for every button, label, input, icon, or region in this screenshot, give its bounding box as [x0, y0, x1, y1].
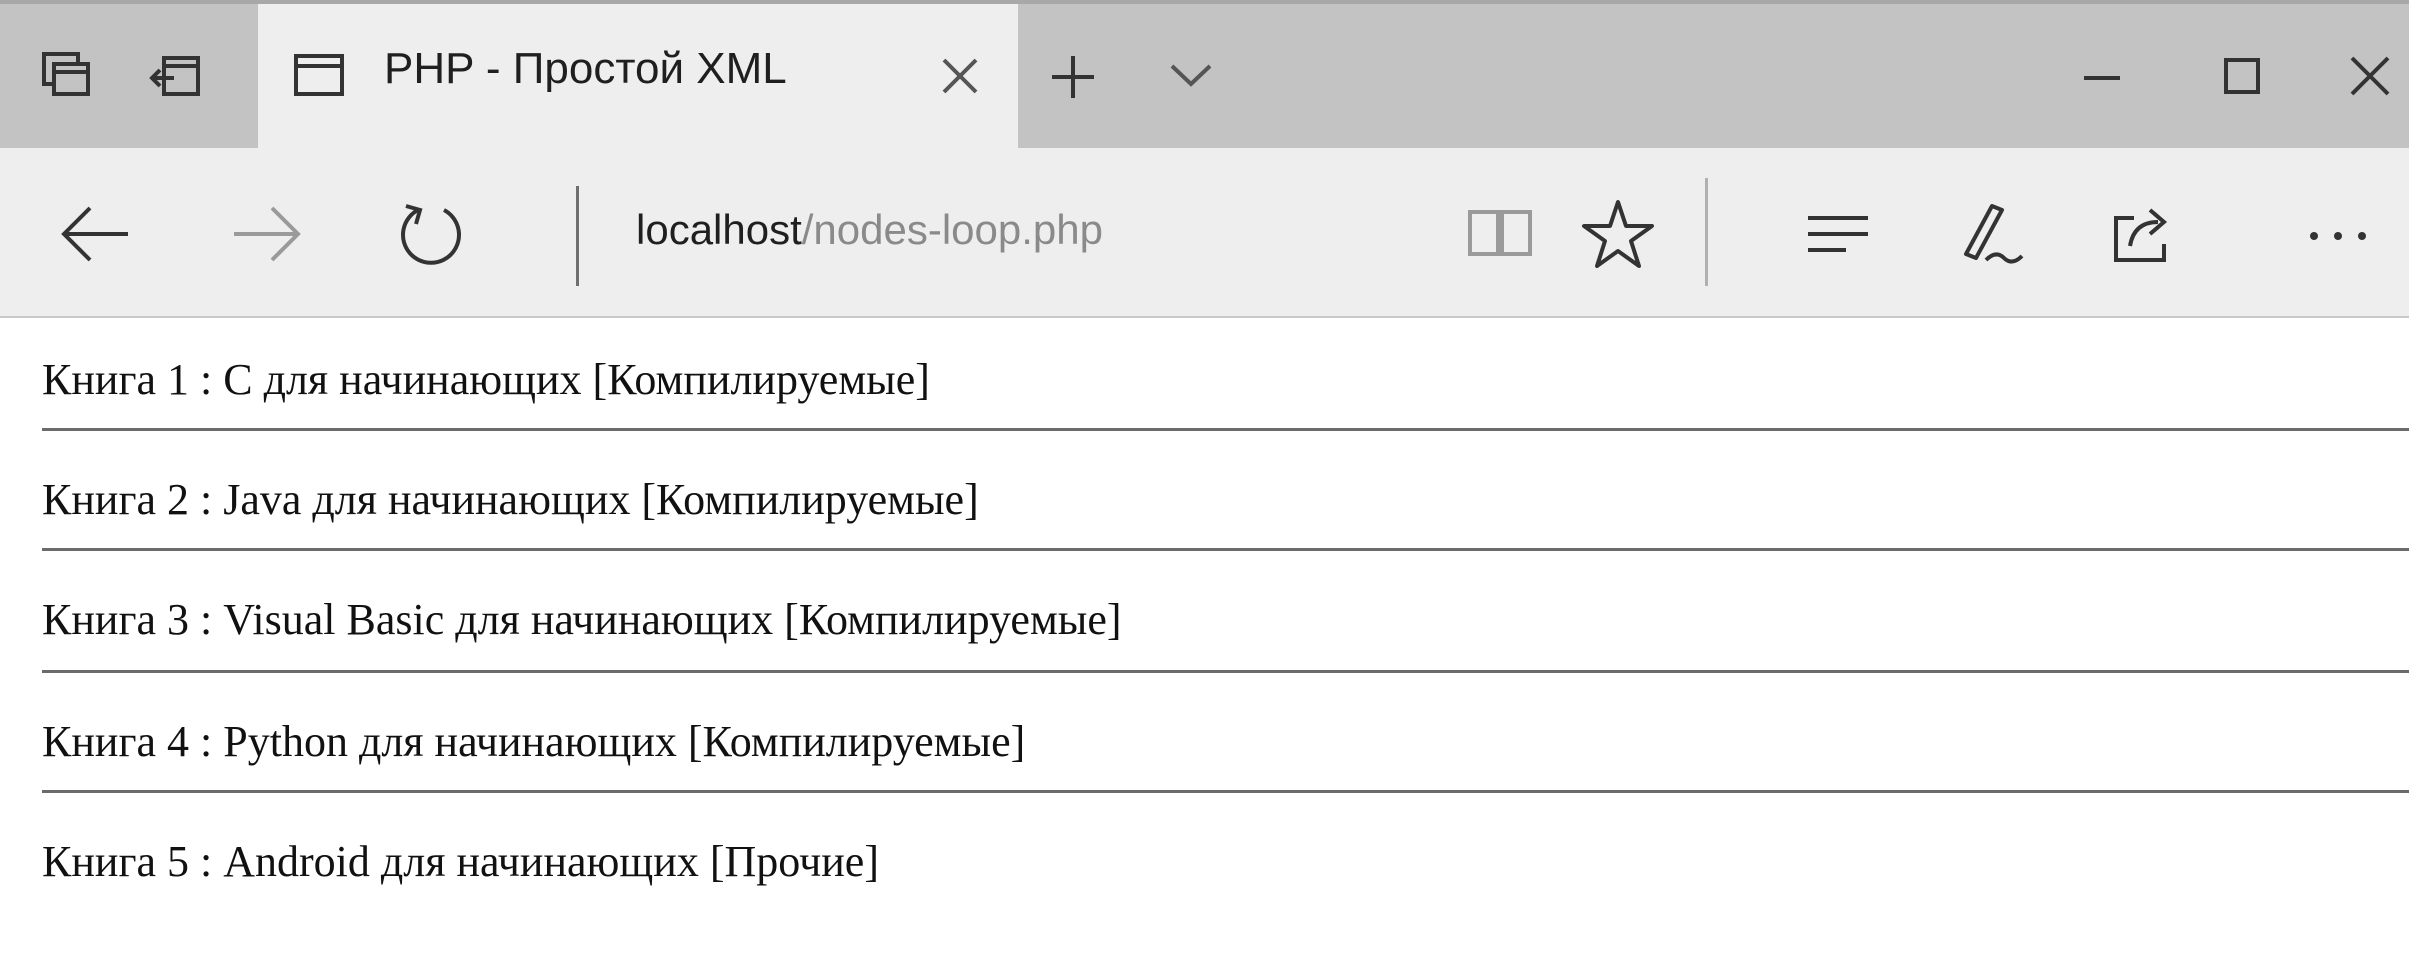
hub-icon[interactable]: [1800, 196, 1876, 272]
back-arrow-icon[interactable]: [58, 196, 134, 272]
navigation-bar: localhost/nodes-loop.php: [0, 148, 2409, 318]
book-item-2: Книга 2 : Java для начинающих [Компилиру…: [42, 475, 979, 524]
horizontal-rule: [42, 548, 2409, 551]
new-tab-icon[interactable]: [1048, 52, 1098, 102]
horizontal-rule: [42, 670, 2409, 673]
maximize-icon[interactable]: [2210, 44, 2274, 108]
book-item-1: Книга 1 : C для начинающих [Компилируемы…: [42, 355, 930, 404]
share-icon[interactable]: [2106, 196, 2182, 272]
forward-arrow-icon[interactable]: [228, 196, 304, 272]
favorite-star-icon[interactable]: [1580, 196, 1656, 272]
tab-list-chevron-icon[interactable]: [1168, 60, 1214, 92]
book-item-3: Книга 3 : Visual Basic для начинающих [К…: [42, 595, 1122, 644]
book-item-5: Книга 5 : Android для начинающих [Прочие…: [42, 837, 879, 886]
close-window-icon[interactable]: [2338, 44, 2402, 108]
minimize-icon[interactable]: [2070, 44, 2134, 108]
address-separator: [576, 186, 579, 286]
address-host: localhost: [636, 206, 802, 253]
page-favicon-icon: [292, 48, 346, 102]
tab-title: PHP - Простой XML: [384, 44, 787, 93]
horizontal-rule: [42, 428, 2409, 431]
horizontal-rule: [42, 790, 2409, 793]
tab-bar: PHP - Простой XML: [0, 0, 2409, 152]
toolbar-separator: [1705, 178, 1708, 286]
more-icon[interactable]: [2300, 196, 2376, 272]
address-bar[interactable]: localhost/nodes-loop.php: [636, 206, 1103, 254]
refresh-icon[interactable]: [392, 196, 468, 272]
set-aside-tabs-icon[interactable]: [38, 48, 94, 104]
reading-view-icon[interactable]: [1462, 196, 1538, 272]
restore-tabs-icon[interactable]: [148, 48, 204, 104]
close-icon[interactable]: [938, 54, 982, 98]
active-tab[interactable]: PHP - Простой XML: [258, 4, 1018, 152]
book-item-4: Книга 4 : Python для начинающих [Компили…: [42, 717, 1026, 766]
web-note-icon[interactable]: [1952, 196, 2028, 272]
address-path: /nodes-loop.php: [801, 206, 1104, 253]
